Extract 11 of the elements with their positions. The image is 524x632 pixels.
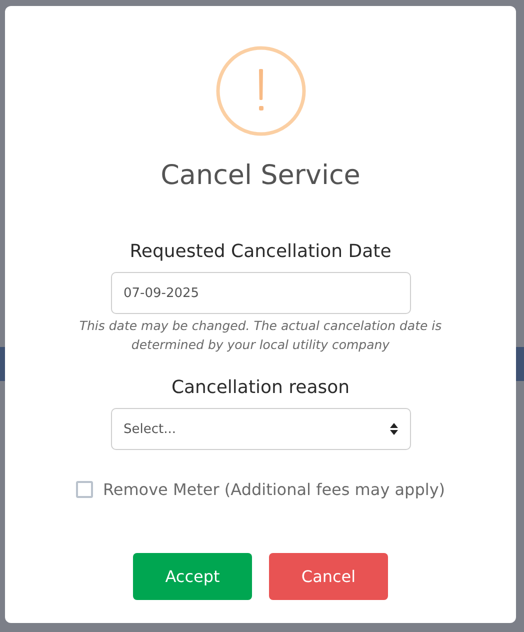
cancel-button[interactable]: Cancel [269, 553, 388, 600]
sort-caret-icon [390, 423, 398, 435]
field-label: Requested Cancellation Date [130, 240, 392, 264]
reason-select[interactable]: Select... [110, 408, 410, 450]
hint-text: This date may be changed. The actual cancelation date is determined by your local utility company [78, 317, 443, 354]
checkbox[interactable] [76, 481, 93, 498]
dialog-title: Cancel Service [160, 159, 360, 193]
field-label: Cancellation reason [171, 376, 350, 400]
checkbox-label: Remove Meter (Additional fees may apply) [102, 480, 446, 499]
warning-icon [216, 46, 306, 136]
date-input[interactable]: 07-09-2025 [110, 272, 410, 314]
